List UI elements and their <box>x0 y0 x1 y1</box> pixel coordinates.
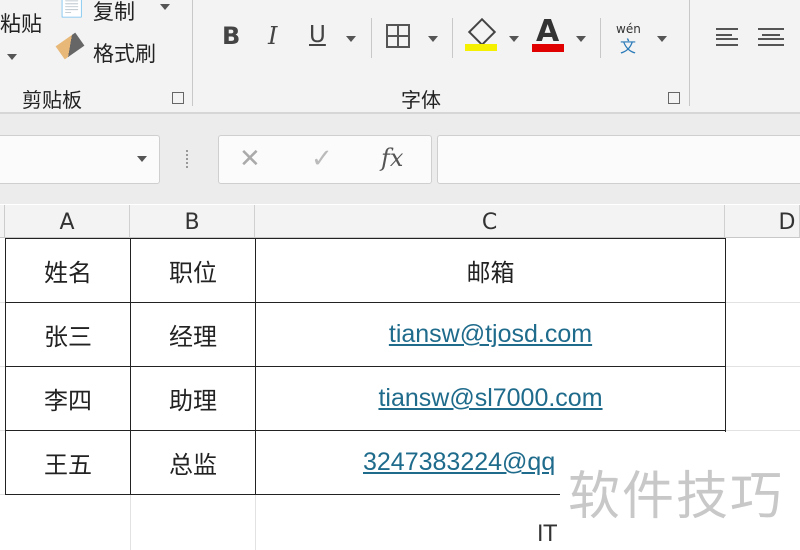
cell-b3[interactable]: 助理 <box>131 367 256 431</box>
dialog-launcher-icon[interactable] <box>172 92 184 104</box>
divider <box>371 18 372 58</box>
font-color-swatch <box>532 44 564 52</box>
format-painter-button[interactable]: 格式刷 <box>93 38 156 68</box>
phonetic-dropdown[interactable] <box>657 36 667 42</box>
italic-button[interactable]: I <box>268 22 277 50</box>
formula-input[interactable] <box>437 135 800 184</box>
font-group-label: 字体 <box>401 88 441 112</box>
phonetic-guide-button[interactable]: 文 <box>620 33 636 57</box>
cell-a4[interactable]: 王五 <box>6 431 131 495</box>
format-painter-icon <box>55 32 85 60</box>
watermark-sub: IT <box>537 522 557 547</box>
email-link[interactable]: tiansw@tjosd.com <box>389 320 592 349</box>
divider <box>452 18 453 58</box>
fill-color-icon[interactable] <box>467 17 497 47</box>
name-box-dropdown[interactable] <box>137 156 147 162</box>
cell-a1[interactable]: 姓名 <box>6 239 131 303</box>
underline-dropdown[interactable] <box>346 36 356 42</box>
font-color-dropdown[interactable] <box>576 36 586 42</box>
resize-handle[interactable] <box>186 150 191 168</box>
fill-color-swatch <box>465 44 497 51</box>
copy-icon: 📄 <box>58 0 86 19</box>
insert-function-button[interactable]: fx <box>381 144 403 172</box>
borders-dropdown[interactable] <box>428 36 438 42</box>
cell-b1[interactable]: 职位 <box>131 239 256 303</box>
formula-bar: ✕ ✓ fx <box>0 114 800 204</box>
paste-button[interactable]: 粘贴 <box>0 8 42 38</box>
cell-c2[interactable]: tiansw@tjosd.com <box>256 303 726 367</box>
cell-b4[interactable]: 总监 <box>131 431 256 495</box>
bold-button[interactable]: B <box>222 22 240 50</box>
copy-dropdown[interactable] <box>160 4 170 10</box>
watermark-overlay: 软件技巧 <box>560 432 800 550</box>
divider <box>192 0 193 106</box>
align-left-icon[interactable] <box>716 28 738 46</box>
formula-buttons: ✕ ✓ fx <box>218 135 432 184</box>
underline-button[interactable]: U <box>309 22 326 48</box>
cell-a3[interactable]: 李四 <box>6 367 131 431</box>
enter-button[interactable]: ✓ <box>311 144 333 174</box>
align-center-icon[interactable] <box>758 28 784 46</box>
fill-color-dropdown[interactable] <box>509 36 519 42</box>
cell-c3[interactable]: tiansw@sl7000.com <box>256 367 726 431</box>
email-link[interactable]: 3247383224@qq <box>363 448 555 477</box>
dialog-launcher-icon[interactable] <box>668 92 680 104</box>
cell-c1[interactable]: 邮箱 <box>256 239 726 303</box>
cancel-button[interactable]: ✕ <box>239 144 261 174</box>
clipboard-group-label: 剪贴板 <box>22 88 82 112</box>
column-header-b[interactable]: B <box>130 205 255 238</box>
copy-button[interactable]: 复制 <box>93 0 135 26</box>
email-link[interactable]: tiansw@sl7000.com <box>378 384 602 413</box>
column-header-a[interactable]: A <box>5 205 130 238</box>
paste-dropdown[interactable] <box>7 54 17 60</box>
column-header-c[interactable]: C <box>255 205 725 238</box>
divider <box>689 0 690 106</box>
name-box[interactable] <box>0 135 160 184</box>
column-header-d[interactable]: D <box>725 205 800 238</box>
watermark-text: 软件技巧 <box>568 467 785 527</box>
ribbon: 粘贴 📄 复制 格式刷 剪贴板 B I U A wén 文 字体 <box>0 0 800 114</box>
cell-b2[interactable]: 经理 <box>131 303 256 367</box>
borders-icon[interactable] <box>386 24 410 48</box>
divider <box>600 18 601 58</box>
cell-a2[interactable]: 张三 <box>6 303 131 367</box>
